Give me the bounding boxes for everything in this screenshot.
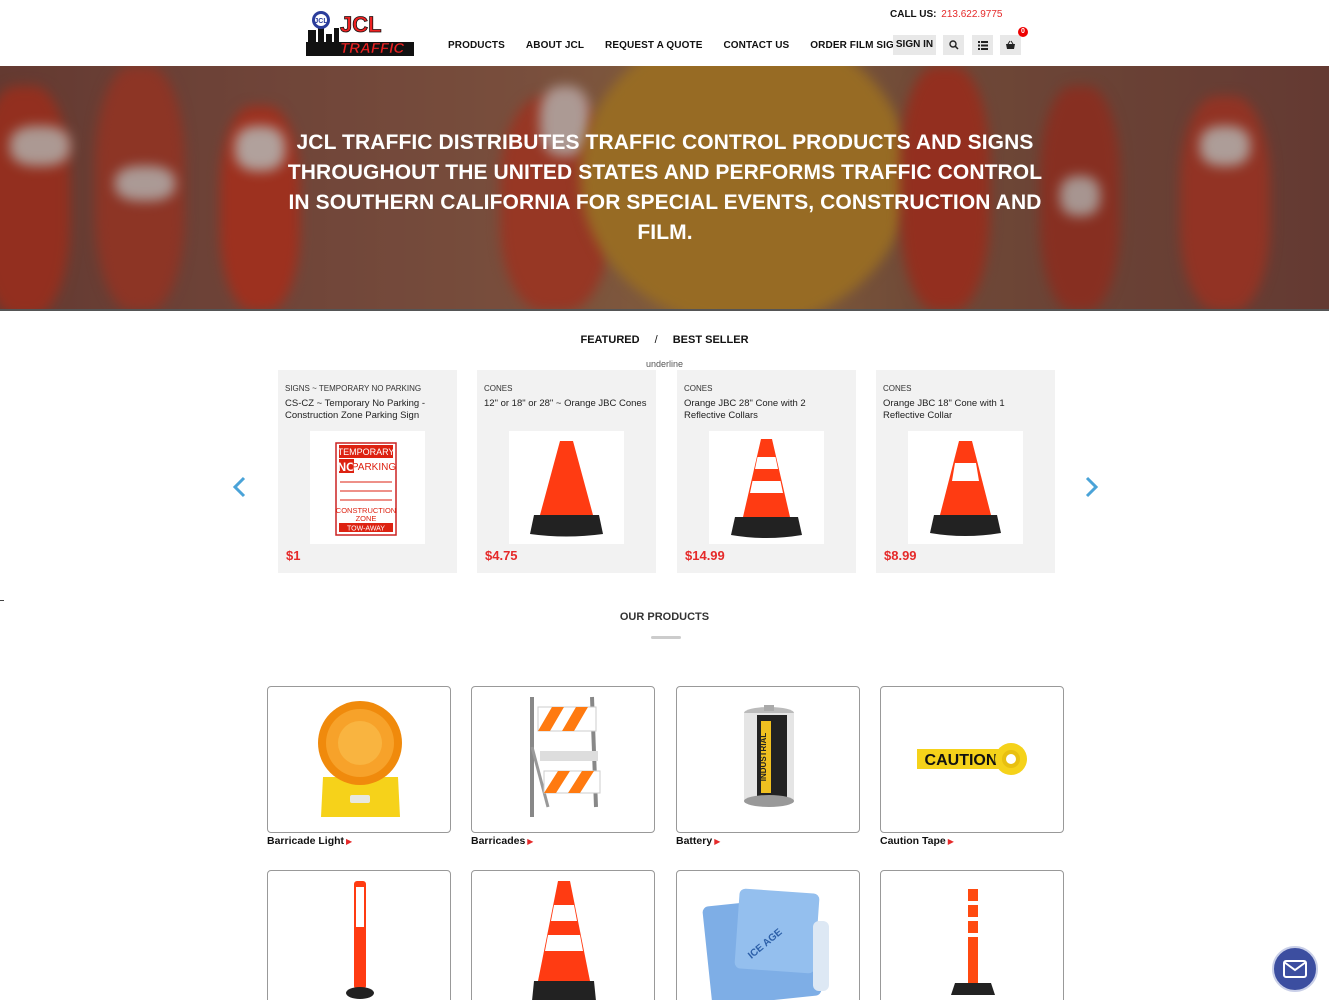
cone-one-collar-image: [930, 441, 1001, 536]
carousel-next-arrow[interactable]: [1083, 476, 1099, 498]
svg-text:ZONE: ZONE: [356, 514, 377, 523]
product-price: $4.75: [485, 548, 518, 563]
category-barricade-light[interactable]: [267, 686, 451, 833]
product-image[interactable]: TEMPORARY NO PARKING CONSTRUCTION ZONE T…: [310, 431, 425, 544]
site-header: JCL JCL TRAFFIC CALL US: 213.622.9775 PR…: [0, 0, 1329, 66]
product-category: CONES: [883, 384, 912, 393]
product-image[interactable]: [908, 431, 1023, 544]
category-label[interactable]: Caution Tape ▶: [880, 835, 954, 847]
channelizer-image: [951, 889, 995, 995]
product-category: SIGNS ~ TEMPORARY NO PARKING: [285, 384, 422, 393]
category-label[interactable]: Barricade Light ▶: [267, 835, 352, 847]
delineator-image: [346, 881, 374, 999]
basket-icon: [1006, 40, 1015, 49]
caret-right-icon: ▶: [346, 837, 353, 846]
nav-contact[interactable]: CONTACT US: [723, 40, 789, 51]
tab-featured[interactable]: FEATURED: [580, 334, 639, 346]
product-price: $8.99: [884, 548, 917, 563]
svg-text:TEMPORARY: TEMPORARY: [338, 447, 395, 457]
product-category: CONES: [684, 384, 713, 393]
cone-image: [532, 881, 596, 1000]
category-name[interactable]: Barricade Light: [267, 835, 344, 847]
cart-button[interactable]: [1000, 35, 1021, 55]
phone-link[interactable]: 213.622.9775: [941, 9, 1002, 20]
svg-text:JCL: JCL: [314, 18, 328, 25]
our-products-heading: OUR PRODUCTS: [619, 611, 710, 623]
stray-dash: [0, 600, 4, 601]
nav-request-quote[interactable]: REQUEST A QUOTE: [605, 40, 702, 51]
product-category: CONES: [484, 384, 513, 393]
category-name[interactable]: Barricades: [471, 835, 525, 847]
category-caution-tape[interactable]: CAUTION: [880, 686, 1064, 833]
category-cooling-towel[interactable]: ICE AGE: [676, 870, 860, 1000]
product-card[interactable]: SIGNS ~ TEMPORARY NO PARKING CS-CZ ~ Tem…: [278, 370, 457, 573]
category-barricades[interactable]: [471, 686, 655, 833]
product-title[interactable]: 12" or 18" or 28" ~ Orange JBC Cones: [484, 398, 649, 410]
hero-divider: [0, 309, 1329, 311]
category-cones[interactable]: [471, 870, 655, 1000]
svg-text:INDUSTRIAL: INDUSTRIAL: [759, 733, 768, 782]
category-name[interactable]: Caution Tape: [880, 835, 946, 847]
tab-best-seller[interactable]: BEST SELLER: [673, 334, 749, 346]
barricade-light-image: [318, 701, 402, 817]
svg-text:CAUTION: CAUTION: [925, 752, 998, 769]
svg-text:PARKING: PARKING: [352, 462, 396, 473]
search-button[interactable]: [943, 35, 964, 55]
category-name[interactable]: Battery: [676, 835, 712, 847]
category-label[interactable]: Barricades ▶: [471, 835, 533, 847]
nav-products[interactable]: PRODUCTS: [448, 40, 505, 51]
caution-tape-image: CAUTION: [917, 743, 1027, 775]
tab-separator: /: [654, 334, 658, 346]
battery-image: INDUSTRIAL: [744, 705, 794, 807]
no-parking-sign-image: TEMPORARY NO PARKING CONSTRUCTION ZONE T…: [335, 442, 397, 536]
svg-text:TOW-AWAY: TOW-AWAY: [347, 526, 385, 533]
main-nav: PRODUCTS ABOUT JCL REQUEST A QUOTE CONTA…: [448, 40, 929, 51]
carousel-prev-arrow[interactable]: [232, 476, 248, 498]
call-us-label: CALL US:: [890, 9, 937, 20]
mail-icon: [1283, 960, 1307, 978]
jcl-traffic-logo[interactable]: JCL JCL TRAFFIC: [304, 8, 416, 58]
nav-about[interactable]: ABOUT JCL: [526, 40, 584, 51]
caret-right-icon: ▶: [527, 837, 534, 846]
cart-count-badge: 0: [1018, 27, 1028, 37]
svg-text:JCL: JCL: [340, 12, 382, 37]
product-title[interactable]: CS-CZ ~ Temporary No Parking - Construct…: [285, 398, 450, 422]
list-icon: [977, 40, 988, 50]
svg-text:TRAFFIC: TRAFFIC: [340, 40, 405, 57]
product-image[interactable]: [509, 431, 624, 544]
cone-two-collars-image: [731, 439, 802, 538]
product-price: $14.99: [685, 548, 725, 563]
heading-divider: [651, 636, 681, 639]
hero-headline: JCL TRAFFIC DISTRIBUTES TRAFFIC CONTROL …: [287, 131, 1043, 244]
product-tabs: FEATURED / BEST SELLER: [0, 334, 1329, 346]
underline-label: underline: [645, 359, 684, 369]
category-channelizer[interactable]: [880, 870, 1064, 1000]
search-icon: [948, 40, 959, 50]
cooling-towel-image: ICE AGE: [702, 888, 829, 1000]
barricades-image: [530, 696, 601, 817]
caret-right-icon: ▶: [714, 837, 721, 846]
product-card[interactable]: CONES 12" or 18" or 28" ~ Orange JBC Con…: [477, 370, 656, 573]
hero-banner: JCL TRAFFIC DISTRIBUTES TRAFFIC CONTROL …: [0, 66, 1329, 311]
product-card[interactable]: CONES Orange JBC 18" Cone with 1 Reflect…: [876, 370, 1055, 573]
cone-image: [530, 441, 603, 537]
product-title[interactable]: Orange JBC 18" Cone with 1 Reflective Co…: [883, 398, 1048, 422]
category-battery[interactable]: INDUSTRIAL: [676, 686, 860, 833]
call-us: CALL US: 213.622.9775: [890, 9, 1002, 20]
contact-mail-button[interactable]: [1272, 946, 1318, 992]
product-card[interactable]: CONES Orange JBC 28" Cone with 2 Reflect…: [677, 370, 856, 573]
sign-in-button[interactable]: SIGN IN: [893, 35, 936, 55]
list-button[interactable]: [972, 35, 993, 55]
product-title[interactable]: Orange JBC 28" Cone with 2 Reflective Co…: [684, 398, 849, 422]
product-image[interactable]: [709, 431, 824, 544]
category-delineator[interactable]: [267, 870, 451, 1000]
caret-right-icon: ▶: [947, 837, 954, 846]
product-price: $1: [286, 548, 301, 563]
category-label[interactable]: Battery ▶: [676, 835, 720, 847]
